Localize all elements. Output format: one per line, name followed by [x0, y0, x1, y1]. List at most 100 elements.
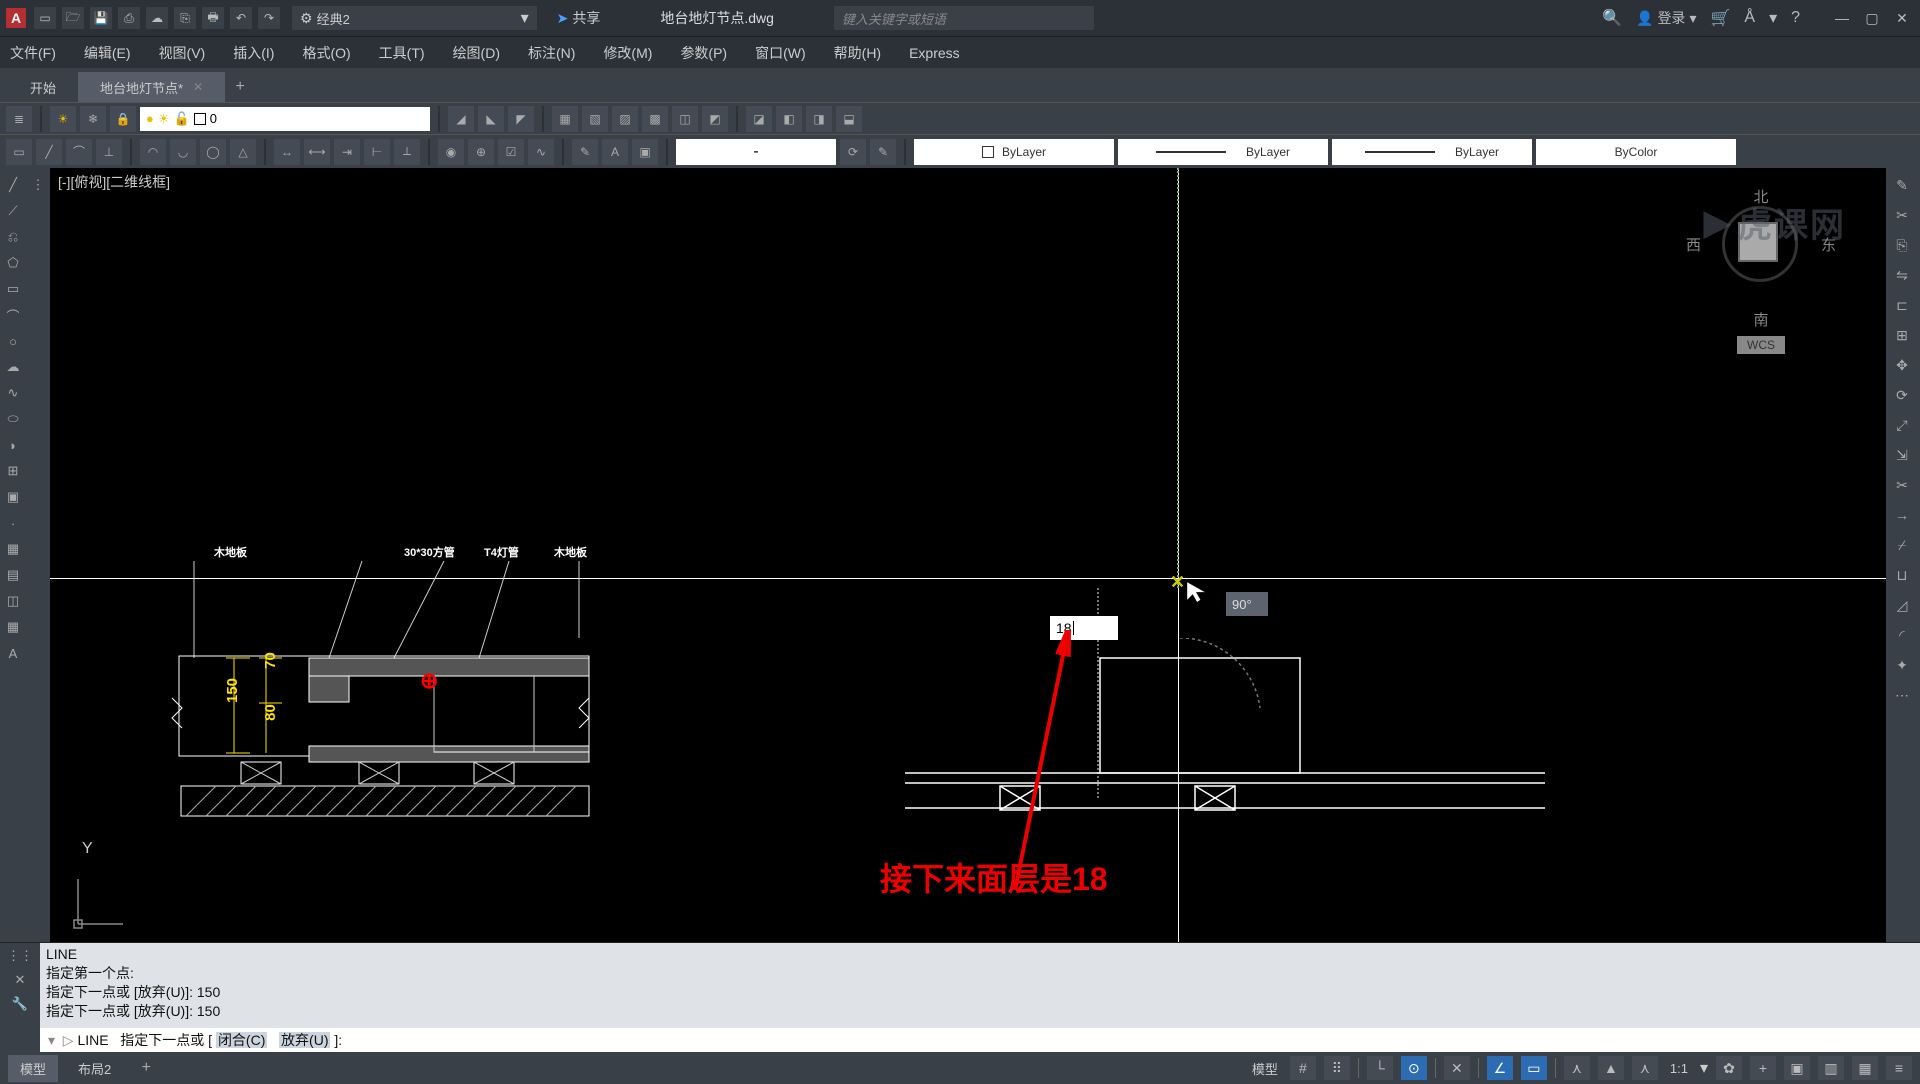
menu-icon[interactable]: ≡ — [1886, 1056, 1912, 1080]
copy-tool-icon[interactable]: ⎘ — [1888, 232, 1916, 258]
command-input[interactable]: ▾ ▷ LINE 指定下一点或 [ 闭合(C) 放弃(U) ]: — [40, 1028, 1920, 1052]
gear-icon[interactable]: ✿ — [1716, 1056, 1742, 1080]
modify-tool-icon[interactable]: ⋯ — [1888, 682, 1916, 708]
dim-tool-icon[interactable]: ▣ — [632, 139, 658, 165]
layer-tool-icon[interactable]: ◫ — [672, 106, 698, 132]
menu-tools[interactable]: 工具(T) — [379, 43, 425, 63]
table-tool-icon[interactable]: ▦ — [2, 616, 24, 638]
share-button[interactable]: ➤ 共享 — [557, 8, 601, 28]
dim-tool-icon[interactable]: ⊢ — [364, 139, 390, 165]
menu-edit[interactable]: 编辑(E) — [84, 43, 131, 63]
layout-add-button[interactable]: + — [131, 1053, 161, 1083]
draw-tool-icon[interactable]: △ — [230, 139, 256, 165]
ellipsearc-tool-icon[interactable]: ◗ — [2, 434, 24, 456]
hatch-tool-icon[interactable]: ▦ — [2, 538, 24, 560]
maximize-button[interactable]: ▢ — [1860, 8, 1884, 28]
isolate-icon[interactable]: + — [1750, 1056, 1776, 1080]
hwaccel-icon[interactable]: ▣ — [1784, 1056, 1810, 1080]
layer-properties-icon[interactable]: ≣ — [6, 106, 32, 132]
login-button[interactable]: 👤 登录 ▾ — [1636, 8, 1696, 28]
dim-tool-icon[interactable]: ✎ — [572, 139, 598, 165]
draw-tool-icon[interactable]: ◡ — [170, 139, 196, 165]
otrack-toggle-icon[interactable]: ▭ — [1521, 1056, 1547, 1080]
rectangle-tool-icon[interactable]: ▭ — [2, 278, 24, 300]
mirror-tool-icon[interactable]: ⇋ — [1888, 262, 1916, 288]
minimize-button[interactable]: — — [1830, 8, 1854, 28]
menu-dimension[interactable]: 标注(N) — [528, 43, 575, 63]
autodesk-icon[interactable]: Å — [1744, 9, 1755, 27]
layout-tab[interactable]: 布局2 — [66, 1055, 123, 1082]
draw-tool-icon[interactable]: ╱ — [36, 139, 62, 165]
menu-file[interactable]: 文件(F) — [10, 43, 56, 63]
draw-tool-icon[interactable]: ◯ — [200, 139, 226, 165]
dim-tool-icon[interactable]: ☑ — [498, 139, 524, 165]
search-input[interactable]: 键入关键字或短语 — [834, 6, 1094, 30]
line-tool-icon[interactable]: ╱ — [2, 174, 24, 196]
dim-tool-icon[interactable]: ↔ — [274, 139, 300, 165]
fillet-tool-icon[interactable]: ◜ — [1888, 622, 1916, 648]
custom-icon[interactable]: ▦ — [1852, 1056, 1878, 1080]
dim-tool-icon[interactable]: A — [602, 139, 628, 165]
snap-toggle-icon[interactable]: ⠿ — [1324, 1056, 1350, 1080]
arc-tool-icon[interactable]: ⌒ — [2, 304, 24, 326]
toolbar-handle-icon[interactable]: ⋮ — [27, 174, 49, 196]
annoscale-icon[interactable]: ▲ — [1598, 1056, 1624, 1080]
cart-icon[interactable]: 🛒 — [1710, 8, 1730, 28]
status-model-label[interactable]: 模型 — [1248, 1059, 1282, 1078]
menu-help[interactable]: 帮助(H) — [834, 43, 881, 63]
layer-tool-icon[interactable]: ◪ — [746, 106, 772, 132]
move-tool-icon[interactable]: ✥ — [1888, 352, 1916, 378]
stretch-tool-icon[interactable]: ⇲ — [1888, 442, 1916, 468]
plotstyle-selector[interactable]: ByColor — [1536, 139, 1736, 165]
layer-tool-icon[interactable]: ◢ — [448, 106, 474, 132]
ellipse-tool-icon[interactable]: ⬭ — [2, 408, 24, 430]
layer-tool-icon[interactable]: ▦ — [552, 106, 578, 132]
dim-tool-icon[interactable]: ⟷ — [304, 139, 330, 165]
menu-insert[interactable]: 插入(I) — [233, 43, 274, 63]
layer-tool-icon[interactable]: ◤ — [508, 106, 534, 132]
modify-tool-icon[interactable]: ✎ — [1888, 172, 1916, 198]
dim-tool-icon[interactable]: ⟳ — [840, 139, 866, 165]
rotate-tool-icon[interactable]: ⟳ — [1888, 382, 1916, 408]
drawing-canvas[interactable]: [-][俯视][二维线框] ✕ 18 90° 木地板 30*30方管 T4灯管 … — [50, 168, 1886, 942]
annoscale-icon[interactable]: ⋏ — [1632, 1056, 1658, 1080]
cmd-handle-icon[interactable]: ⋮⋮ — [9, 945, 31, 967]
scale-label[interactable]: 1:1 — [1666, 1061, 1692, 1076]
viewcube-west[interactable]: 西 — [1686, 234, 1701, 255]
osnap-toggle-icon[interactable]: ∠ — [1487, 1056, 1513, 1080]
layer-freeze-icon[interactable]: ❄ — [80, 106, 106, 132]
menu-modify[interactable]: 修改(M) — [603, 43, 652, 63]
linetype-style-input[interactable]: - — [676, 139, 836, 165]
join-tool-icon[interactable]: ⊔ — [1888, 562, 1916, 588]
offset-tool-icon[interactable]: ⊏ — [1888, 292, 1916, 318]
cmd-close-icon[interactable]: ✕ — [9, 969, 31, 991]
menu-window[interactable]: 窗口(W) — [755, 43, 806, 63]
cmd-wrench-icon[interactable]: 🔧 — [9, 993, 31, 1015]
save-icon[interactable]: 💾 — [90, 7, 112, 29]
draw-tool-icon[interactable]: ◠ — [140, 139, 166, 165]
layer-tool-icon[interactable]: ▨ — [612, 106, 638, 132]
insert-tool-icon[interactable]: ⊞ — [2, 460, 24, 482]
menu-parametric[interactable]: 参数(P) — [680, 43, 727, 63]
annoscale-icon[interactable]: ⋏ — [1564, 1056, 1590, 1080]
menu-view[interactable]: 视图(V) — [159, 43, 206, 63]
text-tool-icon[interactable]: A — [2, 642, 24, 664]
chamfer-tool-icon[interactable]: ◿ — [1888, 592, 1916, 618]
model-tab[interactable]: 模型 — [8, 1055, 58, 1082]
layer-tool-icon[interactable]: ⬓ — [836, 106, 862, 132]
new-icon[interactable]: ▭ — [34, 7, 56, 29]
redo-icon[interactable]: ↷ — [258, 7, 280, 29]
region-tool-icon[interactable]: ◫ — [2, 590, 24, 612]
close-button[interactable]: ✕ — [1890, 8, 1914, 28]
cmd-option-undo[interactable]: 放弃(U) — [279, 1032, 330, 1048]
command-history[interactable]: LINE 指定第一个点: 指定下一点或 [放弃(U)]: 150 指定下一点或 … — [46, 945, 1914, 1028]
draw-tool-icon[interactable]: ⊥ — [96, 139, 122, 165]
lineweight-selector[interactable]: ByLayer — [1118, 139, 1328, 165]
dim-tool-icon[interactable]: ⇥ — [334, 139, 360, 165]
isoplane-toggle-icon[interactable]: ✕ — [1444, 1056, 1470, 1080]
dim-tool-icon[interactable]: ⊕ — [468, 139, 494, 165]
menu-format[interactable]: 格式(O) — [302, 43, 350, 63]
break-tool-icon[interactable]: ⌿ — [1888, 532, 1916, 558]
ortho-toggle-icon[interactable]: └ — [1367, 1056, 1393, 1080]
tab-active-doc[interactable]: 地台地灯节点* ✕ — [78, 72, 225, 102]
